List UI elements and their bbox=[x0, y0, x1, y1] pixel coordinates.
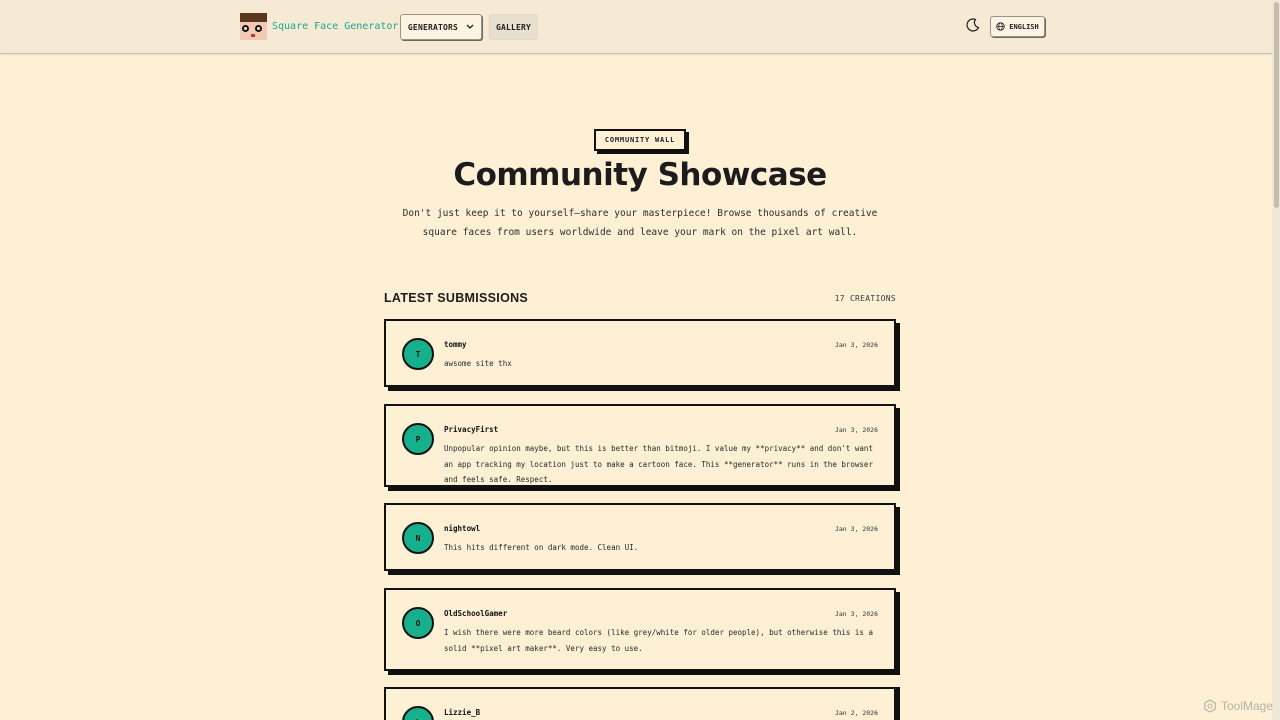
avatar: O bbox=[402, 607, 434, 639]
submission-card: T tommy Jan 3, 2026 awsome site thx bbox=[384, 319, 896, 387]
creations-count: 17 CREATIONS bbox=[834, 294, 896, 303]
moon-icon bbox=[966, 17, 980, 36]
submission-date: Jan 3, 2026 bbox=[834, 426, 878, 434]
top-nav-bar: Square Face Generator GENERATORS GALLERY… bbox=[0, 0, 1272, 54]
avatar: L bbox=[402, 706, 434, 720]
watermark-text: ToolMage bbox=[1221, 699, 1274, 713]
submission-message: I wish there were more beard colors (lik… bbox=[444, 628, 873, 653]
brand-logo-link[interactable]: Square Face Generator bbox=[240, 13, 398, 40]
submission-message: awsome site thx bbox=[444, 359, 512, 368]
submission-date: Jan 3, 2026 bbox=[834, 341, 878, 349]
generators-dropdown-button[interactable]: GENERATORS bbox=[400, 14, 482, 40]
submission-author: tommy bbox=[444, 340, 467, 349]
submission-author: PrivacyFirst bbox=[444, 425, 499, 434]
submission-message: Unpopular opinion maybe, but this is bet… bbox=[444, 444, 873, 484]
avatar: N bbox=[402, 522, 434, 554]
submission-author: OldSchoolGamer bbox=[444, 609, 508, 618]
generators-label: GENERATORS bbox=[407, 22, 459, 32]
submission-date: Jan 3, 2026 bbox=[834, 610, 878, 618]
page-description: Don't just keep it to yourself—share you… bbox=[402, 208, 878, 238]
toolmage-watermark: ToolMage bbox=[1203, 699, 1273, 713]
gallery-label: GALLERY bbox=[495, 22, 532, 32]
submission-card: N nightowl Jan 3, 2026 This hits differe… bbox=[384, 503, 896, 571]
latest-submissions-heading: LATEST SUBMISSIONS bbox=[384, 291, 529, 305]
toolmage-logo-icon bbox=[1204, 699, 1216, 713]
language-label: ENGLISH bbox=[1009, 22, 1039, 31]
language-selector-button[interactable]: ENGLISH bbox=[990, 16, 1045, 37]
page-scrollbar[interactable] bbox=[1272, 0, 1280, 720]
square-face-logo-icon bbox=[240, 13, 267, 40]
submission-message: This hits different on dark mode. Clean … bbox=[444, 543, 639, 552]
community-wall-badge: COMMUNITY WALL bbox=[594, 129, 686, 151]
chevron-down-icon bbox=[466, 23, 474, 32]
submission-card: L Lizzie_B Jan 2, 2026 bbox=[384, 687, 896, 720]
submission-author: nightowl bbox=[444, 524, 481, 533]
submission-card: P PrivacyFirst Jan 3, 2026 Unpopular opi… bbox=[384, 404, 896, 487]
dark-mode-toggle[interactable] bbox=[963, 16, 983, 36]
avatar: P bbox=[402, 423, 434, 455]
globe-icon bbox=[996, 22, 1005, 31]
brand-name: Square Face Generator bbox=[272, 21, 399, 32]
page-title: Community Showcase bbox=[453, 157, 827, 193]
submission-date: Jan 3, 2026 bbox=[834, 525, 878, 533]
submission-author: Lizzie_B bbox=[444, 708, 481, 717]
avatar: T bbox=[402, 338, 434, 370]
gallery-nav-button[interactable]: GALLERY bbox=[489, 14, 538, 40]
submission-card: O OldSchoolGamer Jan 3, 2026 I wish ther… bbox=[384, 588, 896, 671]
submission-date: Jan 2, 2026 bbox=[834, 709, 878, 717]
